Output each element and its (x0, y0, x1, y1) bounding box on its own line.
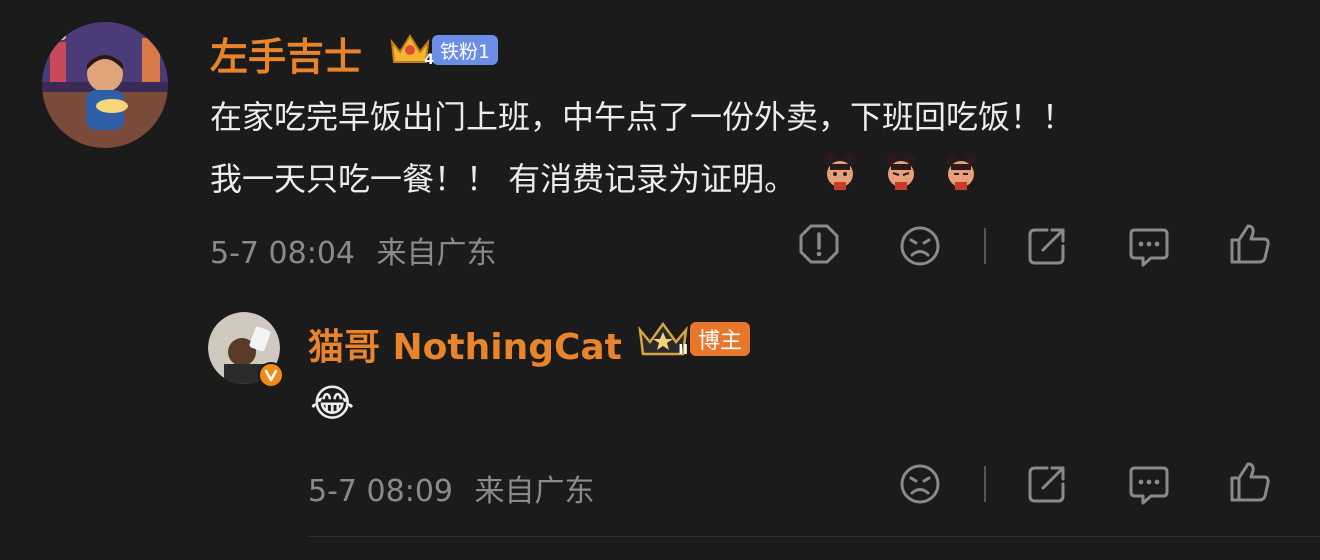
reply-text: 😂 (310, 381, 355, 425)
timestamp: 5-7 08:04 (210, 236, 355, 271)
dislike-icon[interactable] (898, 224, 942, 268)
like-icon[interactable] (1228, 222, 1272, 266)
badge-level: 4 (424, 52, 434, 68)
avatar[interactable] (208, 312, 284, 388)
cartoon-face-emoji-icon (941, 152, 981, 210)
bottom-divider (308, 536, 1320, 537)
username[interactable]: 左手吉士 (210, 26, 362, 81)
cartoon-face-emoji-icon (820, 152, 860, 210)
share-icon[interactable] (1025, 224, 1069, 268)
comment-text-line2-text: 我一天只吃一餐！！ 有消费记录为证明。 (210, 160, 797, 198)
report-icon[interactable] (797, 222, 841, 266)
timestamp: 5-7 08:09 (308, 474, 453, 509)
cartoon-face-emoji-icon (881, 152, 921, 210)
crown-icon: 4 (388, 30, 434, 70)
avatar[interactable] (42, 22, 168, 148)
action-divider (984, 466, 986, 502)
dislike-icon[interactable] (898, 462, 942, 506)
comment-icon[interactable] (1127, 224, 1171, 268)
like-icon[interactable] (1228, 460, 1272, 504)
action-divider (984, 228, 986, 264)
badge-label: 博主 (690, 322, 751, 356)
badge-label: 铁粉1 (432, 35, 499, 65)
location: 来自广东 (474, 474, 595, 509)
comment-icon[interactable] (1127, 462, 1171, 506)
comment-meta: 5-7 08:09 来自广东 (308, 466, 595, 510)
blogger-badge[interactable]: II 博主 (636, 318, 751, 360)
location: 来自广东 (376, 236, 497, 271)
crown-icon: II (636, 318, 690, 360)
comment-text-line2: 我一天只吃一餐！！ 有消费记录为证明。 (210, 150, 981, 210)
comment-text-line1: 在家吃完早饭出门上班，中午点了一份外卖，下班回吃饭！！ (210, 98, 1075, 136)
verified-icon (258, 362, 284, 388)
username[interactable]: 猫哥 NothingCat (308, 318, 622, 370)
share-icon[interactable] (1025, 462, 1069, 506)
comment-meta: 5-7 08:04 来自广东 (210, 228, 497, 272)
badge-level: II (678, 343, 688, 358)
fan-badge[interactable]: 4 铁粉1 (388, 30, 499, 70)
